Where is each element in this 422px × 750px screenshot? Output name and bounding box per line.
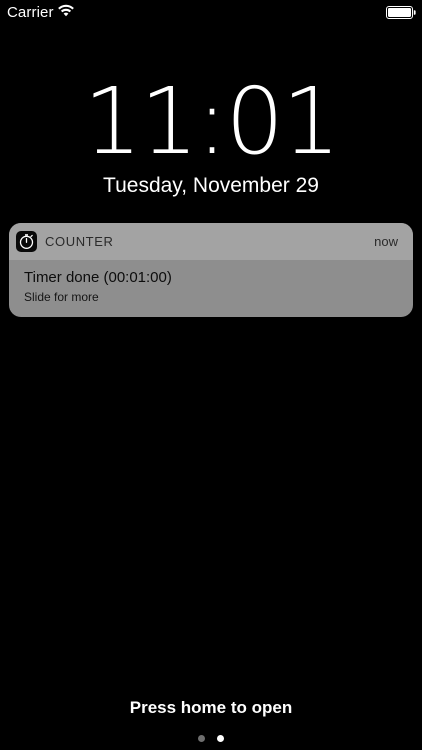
notification-time: now <box>374 234 398 249</box>
notification-app-name: COUNTER <box>45 234 114 249</box>
notification-subtitle: Slide for more <box>24 290 99 304</box>
press-home-hint: Press home to open <box>129 698 293 717</box>
notification-title: Timer done (00:01:00) <box>24 269 172 286</box>
lock-screen-date: Tuesday, November 29 <box>103 174 319 197</box>
page-dot-1[interactable] <box>198 735 205 742</box>
wifi-icon <box>58 4 74 17</box>
notification-card[interactable]: COUNTER now Timer done (00:01:00) Slide … <box>9 223 413 317</box>
carrier-label: Carrier <box>7 4 54 21</box>
battery-icon <box>386 6 416 19</box>
status-bar: Carrier <box>0 0 422 26</box>
page-dot-2[interactable] <box>217 735 224 742</box>
page-indicator[interactable] <box>0 735 422 743</box>
lock-screen: Carrier 11:01 Tuesday, November 29 COUNT… <box>0 0 422 750</box>
notification-header: COUNTER now <box>9 223 413 260</box>
lock-screen-time: 11:01 <box>83 68 340 175</box>
stopwatch-icon <box>16 231 37 252</box>
